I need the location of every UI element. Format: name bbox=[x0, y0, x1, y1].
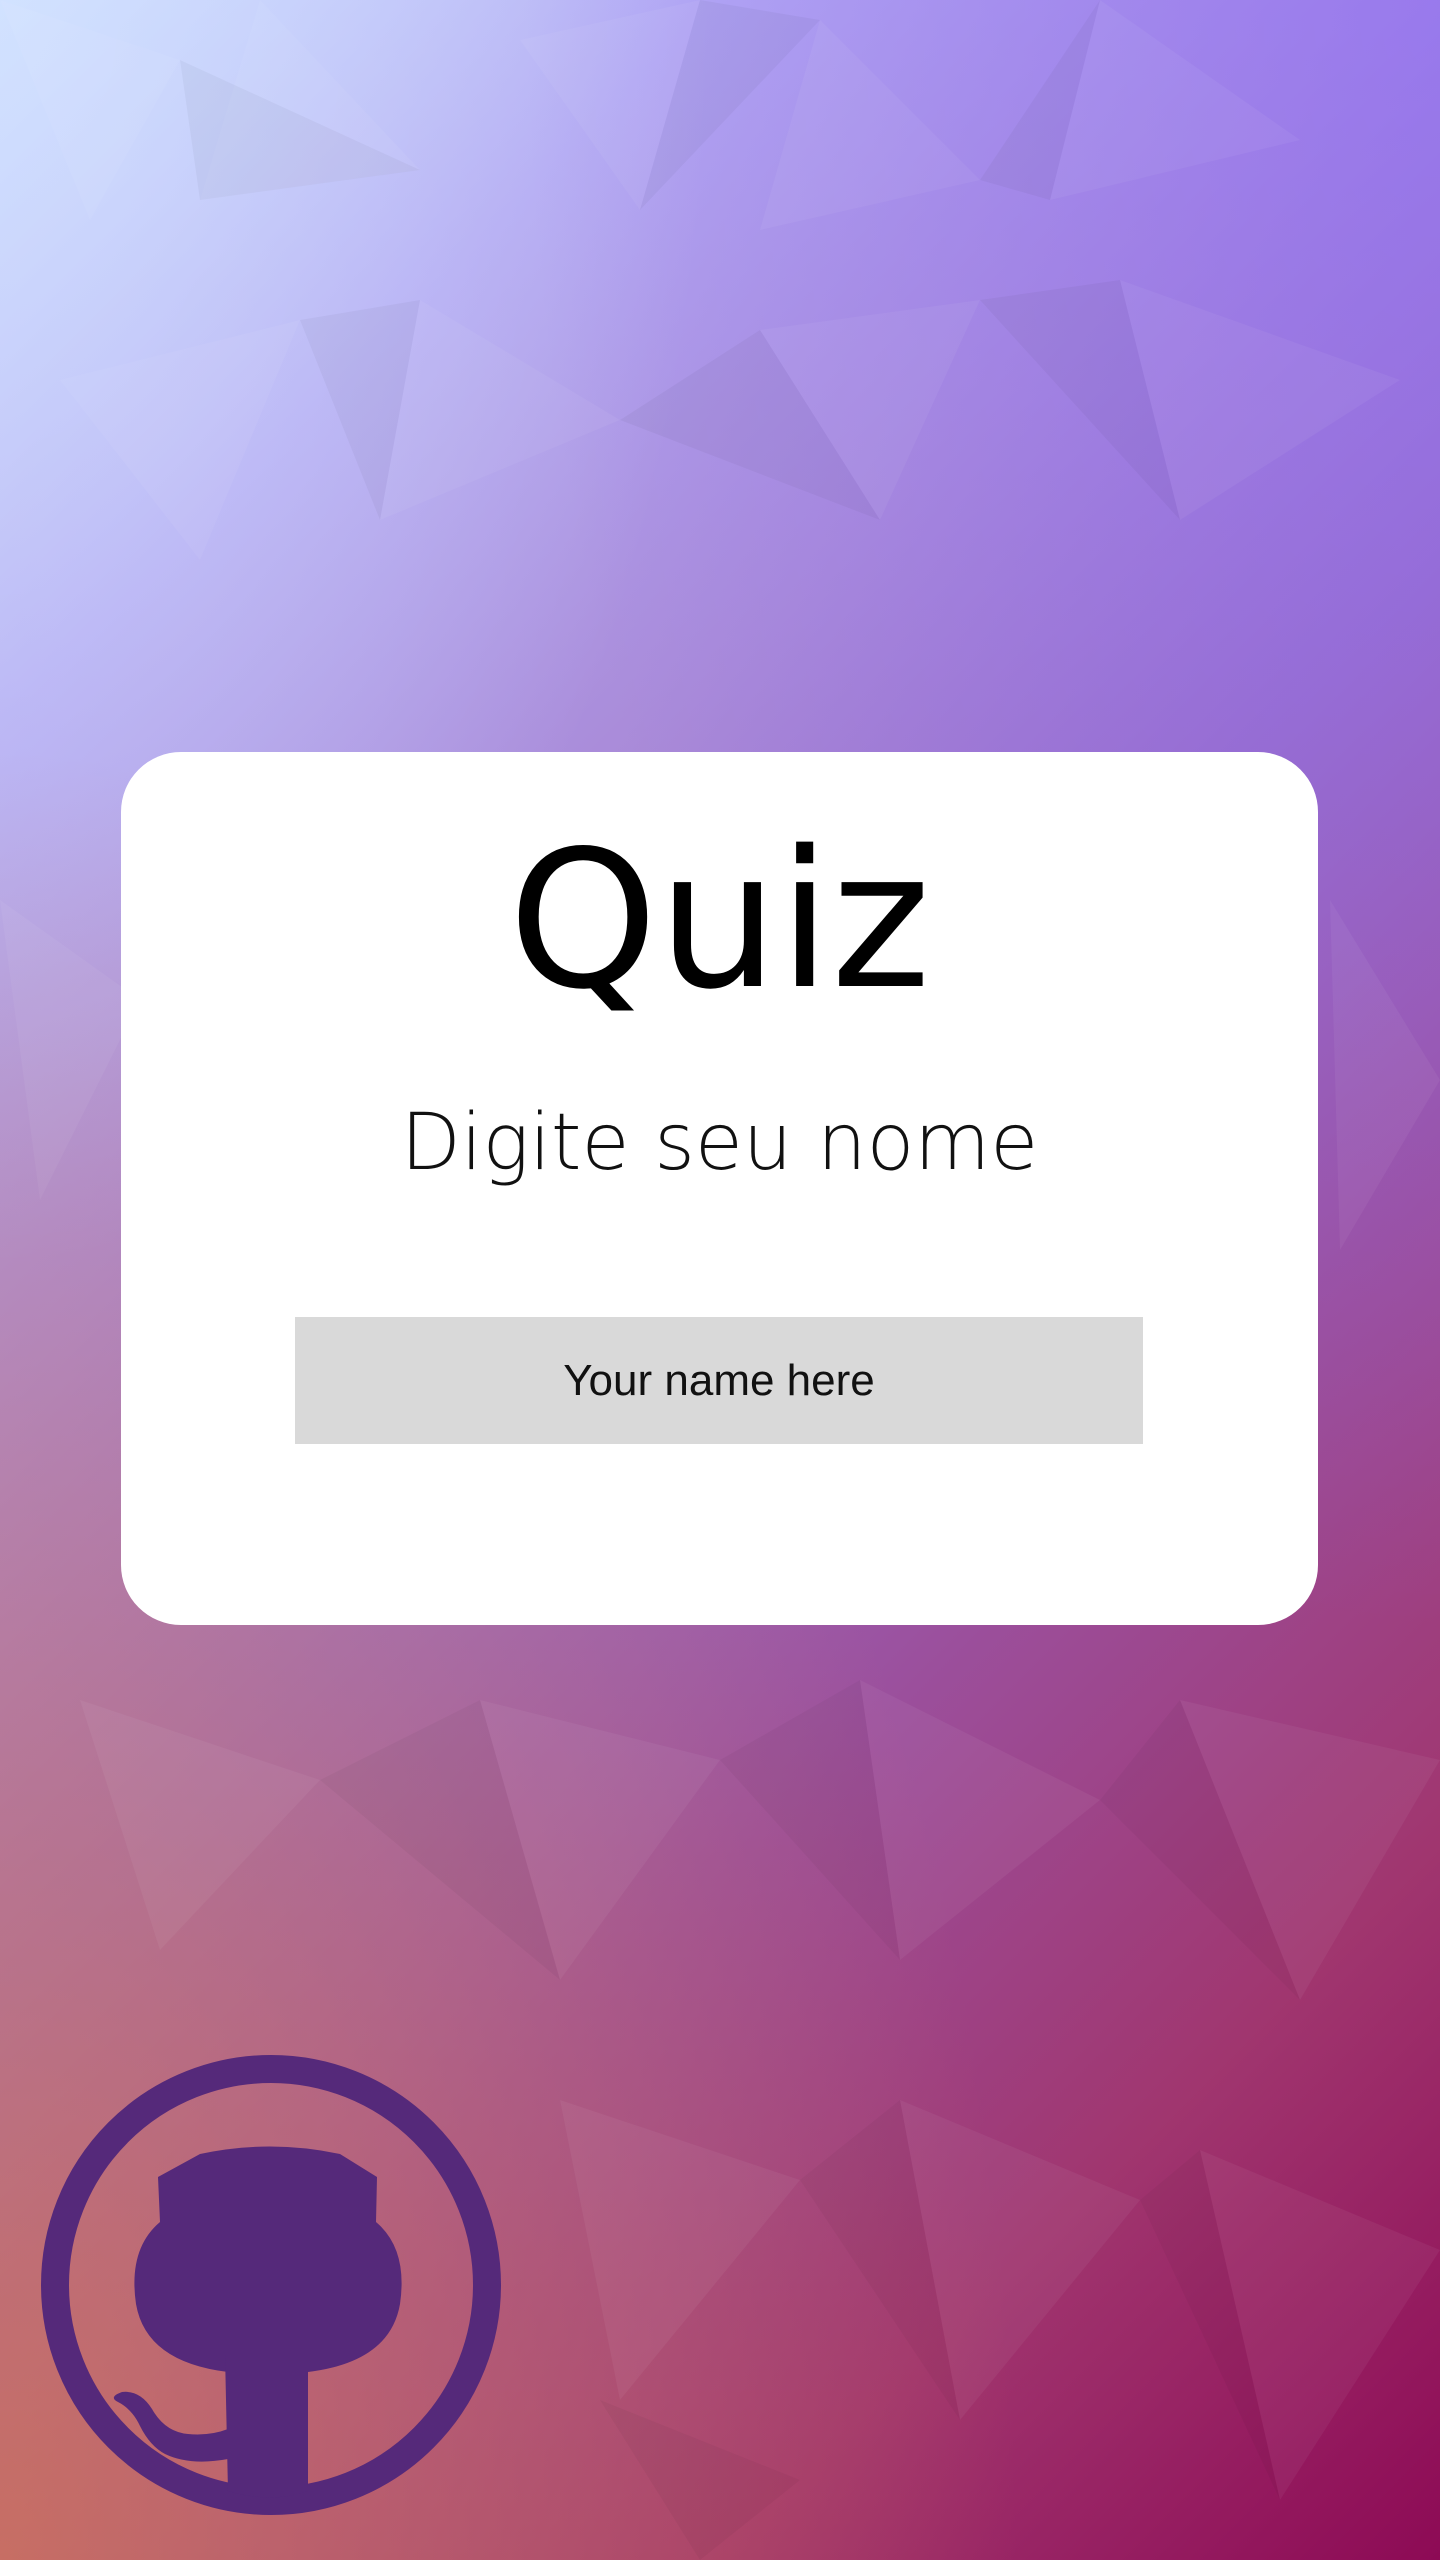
github-octocat-icon bbox=[41, 2055, 501, 2515]
name-input[interactable] bbox=[295, 1317, 1143, 1444]
github-link[interactable] bbox=[40, 2054, 502, 2516]
quiz-card: Quiz Digite seu nome bbox=[121, 752, 1318, 1625]
name-prompt: Digite seu nome bbox=[400, 1098, 1039, 1188]
page-title: Quiz bbox=[508, 810, 931, 1031]
